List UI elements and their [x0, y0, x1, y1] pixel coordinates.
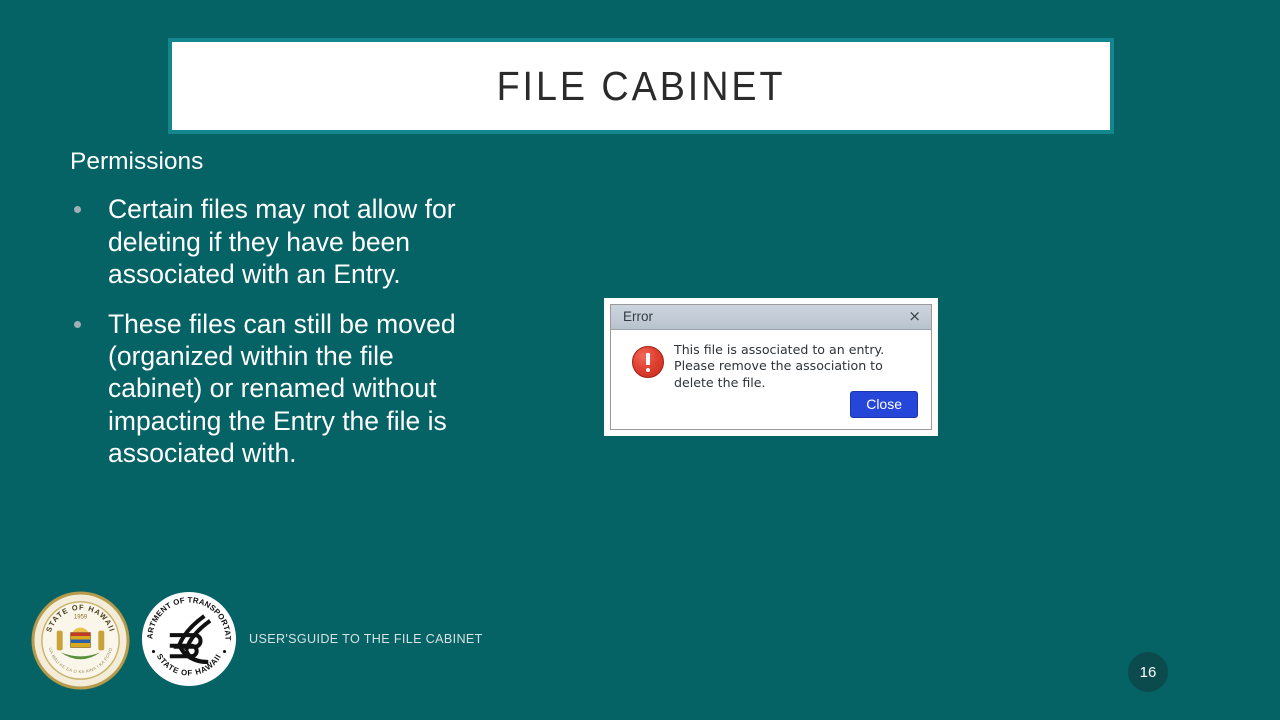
slide-title-box: FILE CABINET: [168, 38, 1114, 134]
error-dialog-panel: Error × This file is associated to an en…: [604, 298, 938, 436]
bullet-dot-icon: [74, 206, 81, 214]
list-item: These files can still be moved (organize…: [70, 308, 470, 469]
error-dialog: Error × This file is associated to an en…: [610, 304, 932, 430]
close-button[interactable]: Close: [850, 391, 918, 418]
bullet-dot-icon: [74, 321, 81, 328]
dialog-titlebar: Error ×: [611, 305, 931, 330]
page-number: 16: [1128, 652, 1168, 692]
hawaii-dot-logo-icon: DEPARTMENT OF TRANSPORTATION STATE OF HA…: [141, 591, 237, 687]
dialog-title: Error: [623, 309, 653, 325]
close-icon[interactable]: ×: [906, 309, 923, 324]
dialog-body: This file is associated to an entry. Ple…: [611, 330, 931, 391]
svg-text:1959: 1959: [74, 615, 88, 621]
list-item: Certain files may not allow for deleting…: [70, 193, 470, 290]
dialog-message: This file is associated to an entry. Ple…: [674, 341, 885, 390]
bullet-list: Certain files may not allow for deleting…: [70, 193, 470, 469]
list-item-text: These files can still be moved (organize…: [108, 309, 456, 468]
list-item-text: Certain files may not allow for deleting…: [108, 194, 456, 289]
page-title: FILE CABINET: [496, 62, 786, 109]
error-exclamation-icon: [632, 345, 664, 378]
hawaii-state-seal-icon: STATE OF HAWAII 1959 UA MAU KE EA O KA A…: [31, 591, 130, 690]
slide-body: Permissions Certain files may not allow …: [70, 148, 470, 487]
dialog-footer: Close: [611, 391, 931, 429]
footer-text: USER'SGUIDE TO THE FILE CABINET: [249, 632, 483, 646]
body-lead-text: Permissions: [70, 148, 204, 175]
